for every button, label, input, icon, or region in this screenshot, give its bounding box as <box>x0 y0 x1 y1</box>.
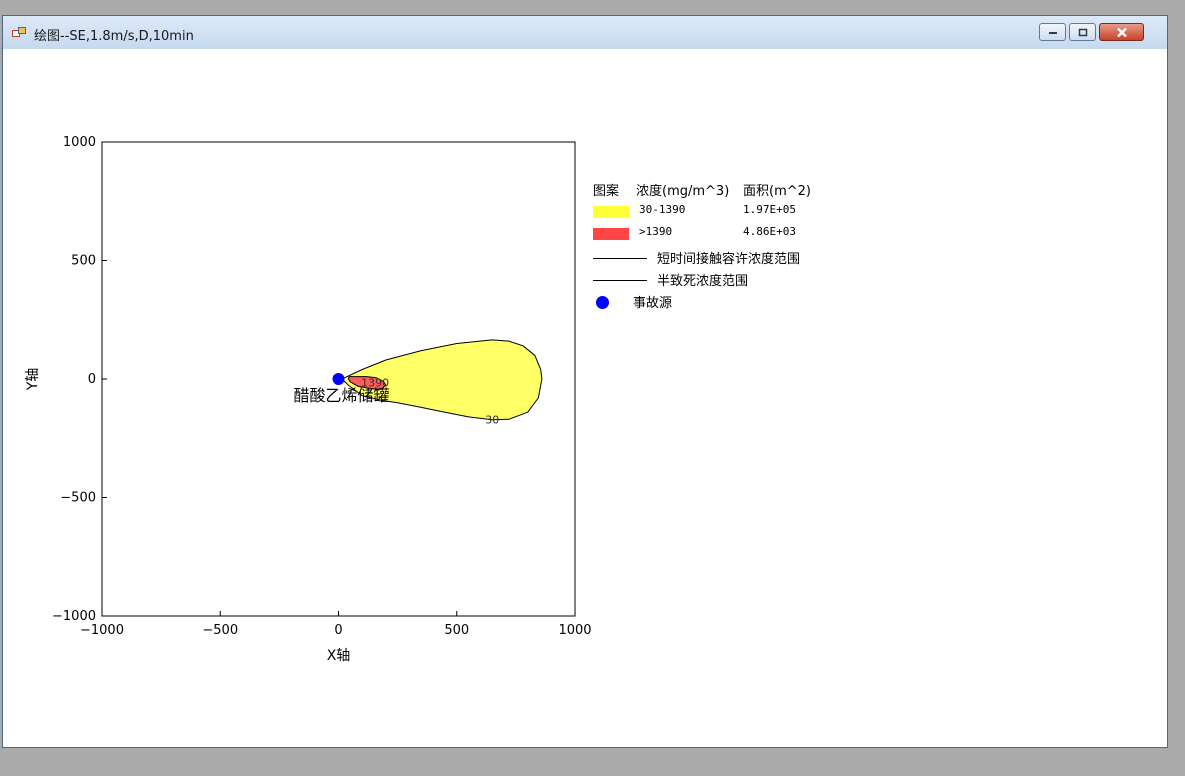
close-button[interactable] <box>1099 23 1144 41</box>
x-tick-label: −1000 <box>80 623 124 638</box>
legend-item-value: 4.86E+03 <box>743 225 796 238</box>
y-tick-label: 1000 <box>63 135 96 150</box>
legend-swatch-yellow <box>593 206 629 218</box>
legend-line-lethal <box>593 280 647 281</box>
legend-line-short-term <box>593 258 647 259</box>
legend-item-label: 30-1390 <box>639 203 686 216</box>
source-point <box>332 373 345 385</box>
y-axis-label: Y轴 <box>25 368 41 392</box>
x-tick-label: 500 <box>444 623 469 638</box>
y-tick-label: −500 <box>60 491 96 506</box>
maximize-button[interactable] <box>1069 23 1096 41</box>
legend-swatch-red <box>593 228 629 240</box>
legend: 图案 浓度(mg/m^3) 面积(m^2) 30-1390 1.97E+05 >… <box>593 180 853 340</box>
source-label: 醋酸乙烯储罐 <box>293 386 389 405</box>
title-bar: 绘图--SE,1.8m/s,D,10min <box>3 16 1167 50</box>
minimize-button[interactable] <box>1039 23 1066 41</box>
minimize-icon <box>1048 32 1057 34</box>
legend-item-value: 1.97E+05 <box>743 203 796 216</box>
plot-window: 绘图--SE,1.8m/s,D,10min 30 1390 醋酸乙烯储罐 −1000−… <box>2 15 1168 748</box>
contour-label: 30 <box>485 413 499 426</box>
legend-header-area: 面积(m^2) <box>743 184 811 199</box>
legend-header-concentration: 浓度(mg/m^3) <box>636 184 730 199</box>
x-axis-label: X轴 <box>327 648 351 664</box>
client-area: 30 1390 醋酸乙烯储罐 −1000 −500 0 500 1000 1000 500 0 −50… <box>3 49 1167 747</box>
x-tick-label: 0 <box>334 623 342 638</box>
x-tick-label: −500 <box>202 623 238 638</box>
legend-source-dot <box>596 296 609 309</box>
legend-source-label: 事故源 <box>633 296 673 311</box>
legend-header: 图案 浓度(mg/m^3) 面积(m^2) <box>593 180 811 199</box>
app-window-icon <box>12 27 26 37</box>
x-tick-label: 1000 <box>558 623 591 638</box>
legend-item-label: >1390 <box>639 225 673 238</box>
maximize-icon <box>1078 28 1087 36</box>
y-tick-label: 0 <box>88 372 96 387</box>
contour-chart: 301390醋酸乙烯储罐−1000 −500 0 500 100010005000−50… <box>25 135 592 664</box>
close-icon <box>1116 27 1127 37</box>
legend-line-label: 半致死浓度范围 <box>657 274 749 289</box>
legend-header-pattern: 图案 <box>593 184 620 199</box>
y-tick-label: −1000 <box>52 609 96 624</box>
y-tick-label: 500 <box>71 254 96 269</box>
legend-line-label: 短时间接触容许浓度范围 <box>657 252 801 267</box>
window-title: 绘图--SE,1.8m/s,D,10min <box>34 29 194 44</box>
